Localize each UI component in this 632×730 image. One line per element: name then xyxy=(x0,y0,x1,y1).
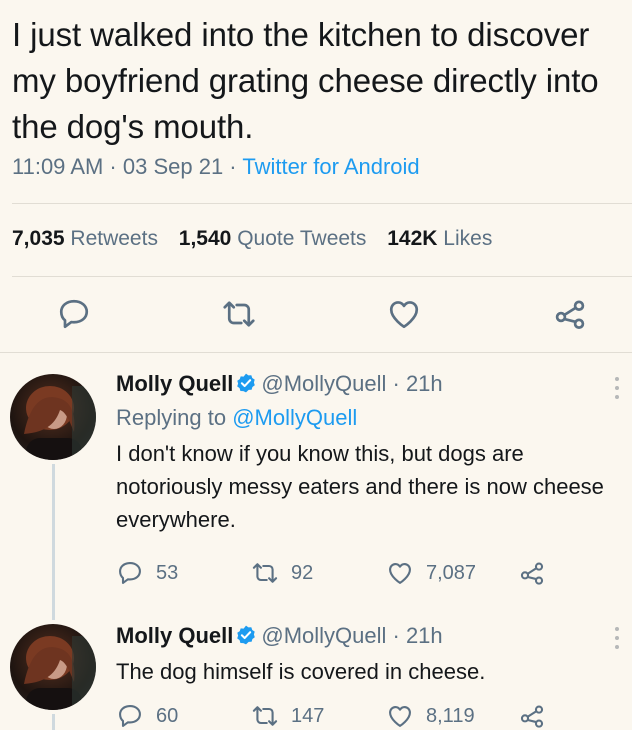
reply-button[interactable]: 60 xyxy=(116,700,178,730)
author-handle-time[interactable]: @MollyQuell · 21h xyxy=(261,371,442,396)
reply-button[interactable]: 53 xyxy=(116,557,178,589)
tweet-text: I just walked into the kitchen to discov… xyxy=(12,16,599,145)
likes-label: Likes xyxy=(443,227,493,250)
reply-body: Molly Quell @MollyQuell · 21h The dog him… xyxy=(116,621,612,688)
thread-line xyxy=(52,714,55,730)
thread-line xyxy=(52,464,55,620)
likes-count: 142K xyxy=(387,227,438,250)
reply-action-bar: 53 92 7,087 xyxy=(116,557,616,589)
likes-stat[interactable]: 142K Likes xyxy=(387,227,492,250)
share-button[interactable] xyxy=(518,557,558,589)
reply-header: Molly Quell @MollyQuell · 21h xyxy=(116,369,612,399)
tweet-source-link[interactable]: Twitter for Android xyxy=(242,154,419,179)
retweet-icon xyxy=(252,563,278,583)
quotes-label: Quote Tweets xyxy=(237,227,367,250)
share-icon[interactable] xyxy=(552,296,588,332)
avatar[interactable] xyxy=(10,624,96,710)
reply-tweet[interactable]: Molly Quell @MollyQuell · 21h Replying to… xyxy=(0,352,632,620)
retweet-icon xyxy=(252,706,278,726)
like-button[interactable]: 8,119 xyxy=(386,700,475,730)
share-icon xyxy=(520,562,544,585)
reply-action-bar: 60 147 8,119 xyxy=(116,700,616,730)
like-count: 8,119 xyxy=(426,704,475,727)
replying-mention[interactable]: @MollyQuell xyxy=(232,405,357,430)
reply-tweet[interactable]: Molly Quell @MollyQuell · 21h The dog him… xyxy=(0,614,632,730)
verified-badge-icon xyxy=(237,625,256,645)
reply-header: Molly Quell @MollyQuell · 21h xyxy=(116,621,612,651)
retweets-count: 7,035 xyxy=(12,227,65,250)
retweet-icon[interactable] xyxy=(221,296,257,332)
retweet-count: 92 xyxy=(291,561,314,584)
reply-icon xyxy=(119,705,141,727)
retweet-button[interactable]: 147 xyxy=(251,700,324,730)
like-icon[interactable] xyxy=(386,296,422,332)
like-button[interactable]: 7,087 xyxy=(386,557,476,589)
tweet-meta: 11:09 AM · 03 Sep 21 · Twitter for Andro… xyxy=(12,154,420,180)
tweet-stats: 7,035 Retweets 1,540 Quote Tweets 142K L… xyxy=(12,227,507,251)
divider xyxy=(12,276,632,277)
reply-body: Molly Quell @MollyQuell · 21h Replying to… xyxy=(116,369,612,536)
tweet-timestamp[interactable]: 11:09 AM · 03 Sep 21 · xyxy=(12,154,242,179)
author-name[interactable]: Molly Quell xyxy=(116,371,233,396)
reply-text: I don't know if you know this, but dogs … xyxy=(116,441,604,532)
reply-count: 53 xyxy=(156,561,179,584)
replying-prefix: Replying to xyxy=(116,405,233,430)
share-button[interactable] xyxy=(518,700,558,730)
reply-icon[interactable] xyxy=(56,296,92,332)
quotes-count: 1,540 xyxy=(178,227,232,250)
author-handle-time[interactable]: @MollyQuell · 21h xyxy=(261,623,442,648)
retweet-button[interactable]: 92 xyxy=(251,557,313,589)
reply-icon xyxy=(119,562,141,584)
author-name[interactable]: Molly Quell xyxy=(116,623,233,648)
divider xyxy=(12,203,632,204)
avatar[interactable] xyxy=(10,374,96,460)
tweet-action-bar xyxy=(0,296,632,336)
avatar-photo xyxy=(24,636,96,710)
retweet-count: 147 xyxy=(291,704,325,727)
more-options-icon[interactable] xyxy=(610,374,624,402)
like-icon xyxy=(389,562,411,584)
retweets-label: Retweets xyxy=(70,227,158,250)
reply-text: The dog himself is covered in cheese. xyxy=(116,659,486,684)
replying-to: Replying to @MollyQuell xyxy=(116,403,612,433)
retweets-stat[interactable]: 7,035 Retweets xyxy=(12,227,158,250)
like-count: 7,087 xyxy=(426,561,477,584)
quotes-stat[interactable]: 1,540 Quote Tweets xyxy=(179,227,367,250)
share-icon xyxy=(520,705,544,728)
like-icon xyxy=(389,705,411,727)
reply-count: 60 xyxy=(156,704,179,727)
tweet-detail-view: I just walked into the kitchen to discov… xyxy=(0,0,632,730)
avatar-photo xyxy=(24,386,96,460)
more-options-icon[interactable] xyxy=(610,624,624,652)
verified-badge-icon xyxy=(237,373,256,393)
